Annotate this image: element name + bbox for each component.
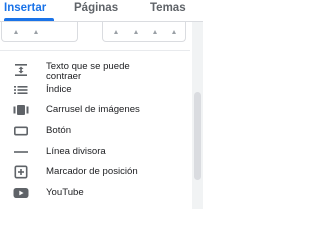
insert-item-image-carousel[interactable]: Carrusel de imágenes: [0, 103, 190, 117]
placeholder-icon: [13, 165, 29, 179]
insert-item-divider[interactable]: Línea divisora: [0, 145, 190, 159]
layout-option-right[interactable]: [102, 22, 186, 42]
item-label: Marcador de posición: [46, 166, 138, 177]
insert-item-table-of-contents[interactable]: Índice: [0, 83, 190, 97]
image-carousel-icon: [13, 103, 29, 117]
item-label: Índice: [46, 84, 72, 95]
item-label: Botón: [46, 125, 72, 136]
youtube-icon: [13, 186, 29, 200]
layout-option-left[interactable]: [1, 22, 78, 42]
item-label: YouTube: [46, 187, 84, 198]
insert-item-youtube[interactable]: YouTube: [0, 186, 190, 200]
item-label-line2: contraer: [46, 71, 82, 82]
insert-item-collapsible-text[interactable]: Texto que se puede contraer: [0, 60, 190, 84]
tab-insertar[interactable]: Insertar: [4, 2, 46, 14]
table-of-contents-icon: [13, 83, 29, 97]
tab-paginas[interactable]: Páginas: [74, 2, 118, 14]
divider-icon: [13, 145, 29, 159]
image-placeholder-icon: [134, 30, 139, 34]
item-label: Línea divisora: [46, 146, 106, 157]
image-placeholder-icon: [153, 30, 158, 34]
tab-bar: Insertar Páginas Temas: [0, 0, 203, 21]
tab-temas[interactable]: Temas: [150, 2, 186, 14]
scrollbar-thumb[interactable]: [194, 92, 201, 180]
item-label: Carrusel de imágenes: [46, 104, 140, 115]
image-placeholder-icon: [172, 30, 177, 34]
insert-item-button[interactable]: Botón: [0, 124, 190, 138]
image-placeholder-icon: [14, 30, 19, 34]
button-icon: [13, 124, 29, 138]
image-placeholder-icon: [114, 30, 119, 34]
collapsible-text-icon: [13, 63, 29, 77]
image-placeholder-icon: [34, 30, 39, 34]
section-divider: [0, 50, 190, 51]
insert-item-placeholder[interactable]: Marcador de posición: [0, 165, 190, 179]
